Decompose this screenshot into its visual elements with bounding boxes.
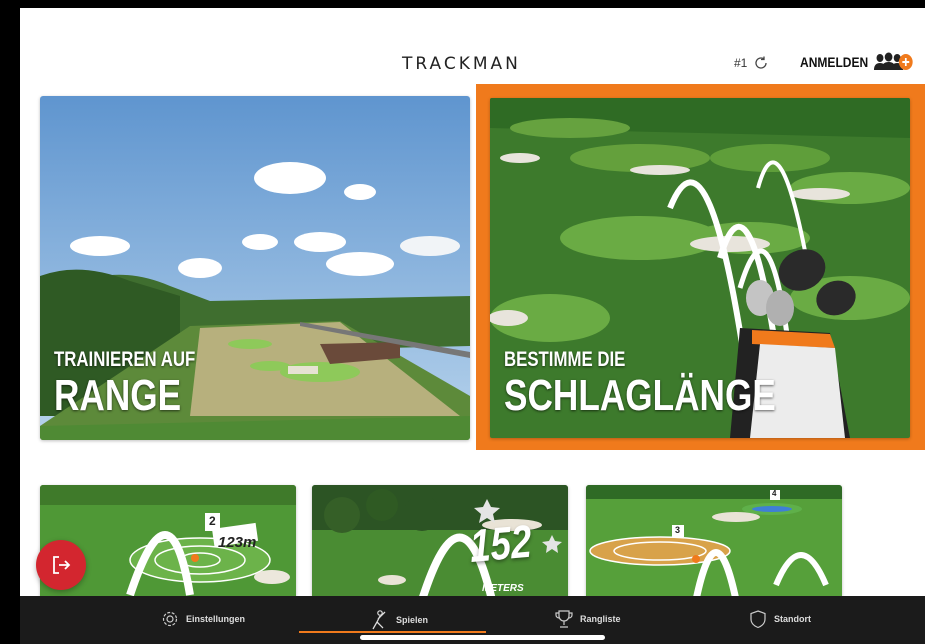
queue-number: #1 bbox=[734, 56, 748, 70]
queue-indicator[interactable]: #1 bbox=[734, 55, 769, 71]
flag-number: 2 bbox=[209, 514, 216, 528]
login-label: ANMELDEN bbox=[800, 54, 869, 70]
card-subtitle: TRAINIEREN AUF bbox=[54, 348, 196, 371]
app-logo: TRACKMAN bbox=[402, 54, 521, 74]
tab-label: Einstellungen bbox=[186, 614, 246, 624]
card-title: SCHLAGLÄNGE bbox=[504, 371, 776, 420]
tab-einstellungen[interactable]: Einstellungen bbox=[160, 609, 245, 629]
tab-rangliste[interactable]: Rangliste bbox=[554, 609, 621, 629]
tab-label: Standort bbox=[774, 614, 811, 624]
target-course-illustration bbox=[586, 485, 842, 600]
gear-icon bbox=[162, 611, 178, 627]
active-tab-indicator bbox=[299, 631, 486, 633]
range-practice-card[interactable]: TRAINIEREN AUF RANGE bbox=[40, 96, 470, 440]
distance-unit: METERS bbox=[482, 583, 524, 594]
exit-icon bbox=[53, 556, 71, 574]
exit-button[interactable] bbox=[36, 540, 86, 590]
distance-label: 123m bbox=[218, 534, 257, 551]
login-button[interactable]: ANMELDEN bbox=[800, 52, 915, 72]
tab-standort[interactable]: Standort bbox=[748, 609, 811, 629]
game-thumb-2[interactable]: 152 METERS bbox=[312, 485, 568, 600]
refresh-icon bbox=[755, 56, 768, 69]
flag-number: 4 bbox=[772, 489, 777, 498]
distance-value: 152 bbox=[468, 514, 533, 572]
tab-label: Rangliste bbox=[580, 614, 621, 624]
shield-icon bbox=[750, 610, 766, 629]
card-subtitle: BESTIMME DIE bbox=[504, 348, 626, 371]
golf-swing-icon bbox=[372, 610, 386, 630]
card-title: RANGE bbox=[54, 371, 182, 420]
game-thumb-3[interactable]: 3 4 bbox=[586, 485, 842, 600]
home-indicator bbox=[360, 635, 605, 640]
tab-label: Spielen bbox=[396, 615, 429, 625]
users-add-icon bbox=[874, 52, 913, 70]
gapping-card[interactable]: BESTIMME DIE SCHLAGLÄNGE bbox=[490, 98, 910, 438]
app-screen: TRACKMAN #1 ANMELDEN TRAINIEREN AUF RANG… bbox=[20, 8, 925, 644]
tab-spielen[interactable]: Spielen bbox=[368, 609, 428, 631]
trophy-icon bbox=[555, 610, 573, 628]
bottom-tab-bar: Einstellungen Spielen Rangliste Standort bbox=[20, 596, 925, 644]
flag-number: 3 bbox=[675, 525, 681, 535]
